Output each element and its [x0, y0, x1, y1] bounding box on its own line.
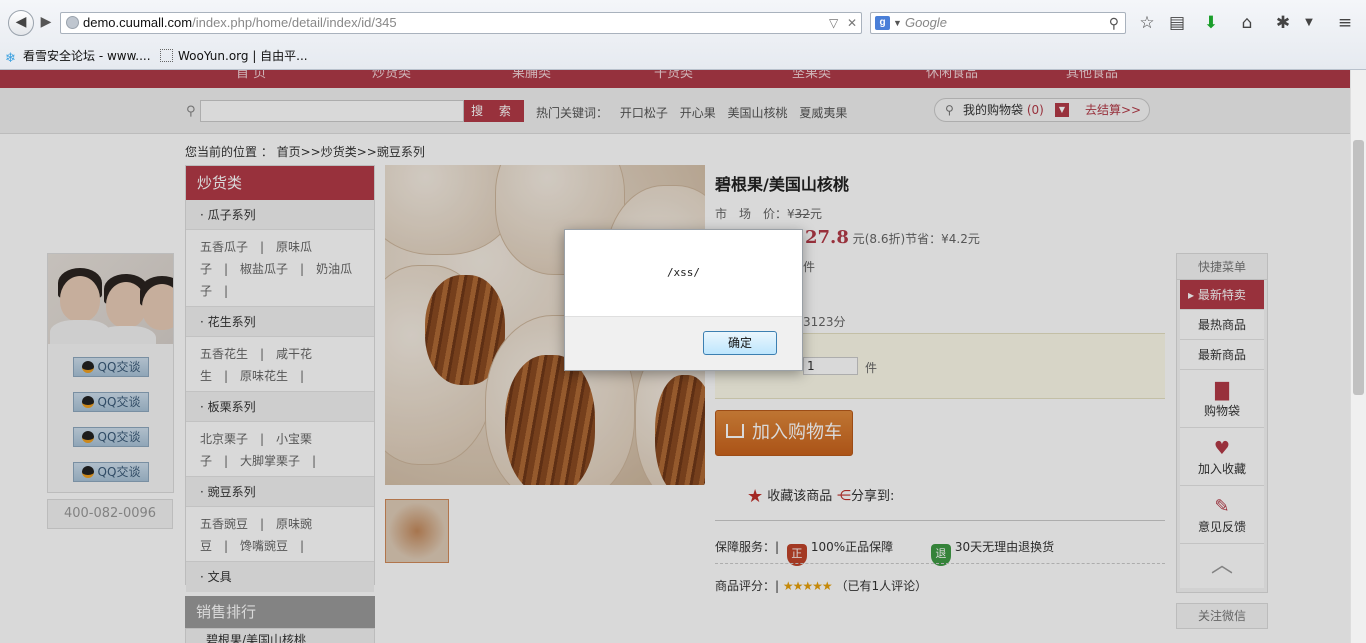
menu-icon[interactable]: ≡	[1334, 12, 1356, 34]
search-placeholder: Google	[905, 15, 947, 30]
reading-list-icon[interactable]: ▤	[1166, 12, 1188, 34]
alert-message: /xss/	[666, 266, 701, 279]
snowflake-icon: ❄	[5, 51, 16, 66]
bookmark-label: WooYun.org | 自由平...	[178, 49, 308, 63]
chevron-down-icon[interactable]: ▼	[1298, 12, 1320, 34]
alert-dialog: /xss/ 确定	[564, 229, 803, 371]
google-icon[interactable]: g	[875, 16, 890, 30]
close-icon[interactable]: ✕	[847, 13, 857, 33]
bookmark-label: 看雪安全论坛 - www....	[23, 49, 151, 63]
back-button[interactable]: ◀	[8, 10, 34, 36]
search-icon[interactable]: ⚲	[1109, 13, 1119, 33]
globe-icon	[66, 16, 79, 29]
browser-search-bar[interactable]: g ▼ Google ⚲	[870, 12, 1126, 34]
bookmarks-bar: ❄ 看雪安全论坛 - www.... WooYun.org | 自由平...	[0, 45, 1366, 67]
alert-footer: 确定	[565, 316, 802, 370]
bookmark-wooyun[interactable]: WooYun.org | 自由平...	[160, 45, 308, 67]
home-icon[interactable]: ⌂	[1236, 12, 1258, 34]
download-icon[interactable]: ⬇	[1200, 12, 1222, 34]
url-path: /index.php/home/detail/index/id/345	[192, 15, 397, 30]
engine-dropdown-icon[interactable]: ▼	[893, 13, 902, 33]
dropdown-arrow-icon[interactable]: ▽	[829, 13, 838, 33]
address-bar[interactable]: demo.cuumall.com/index.php/home/detail/i…	[60, 12, 862, 34]
bookmark-kanxue[interactable]: ❄ 看雪安全论坛 - www....	[5, 45, 151, 67]
bookmark-star-icon[interactable]: ☆	[1136, 12, 1158, 34]
page-icon	[160, 49, 173, 62]
addon-icon[interactable]: ✱	[1272, 12, 1294, 34]
page-scrollbar[interactable]	[1350, 70, 1366, 643]
ok-button[interactable]: 确定	[703, 331, 777, 355]
forward-button[interactable]: ▶	[34, 11, 58, 35]
url-host: demo.cuumall.com	[83, 15, 193, 30]
browser-toolbar: ◀ ▶ demo.cuumall.com/index.php/home/deta…	[0, 0, 1366, 70]
scrollbar-thumb[interactable]	[1353, 140, 1364, 395]
